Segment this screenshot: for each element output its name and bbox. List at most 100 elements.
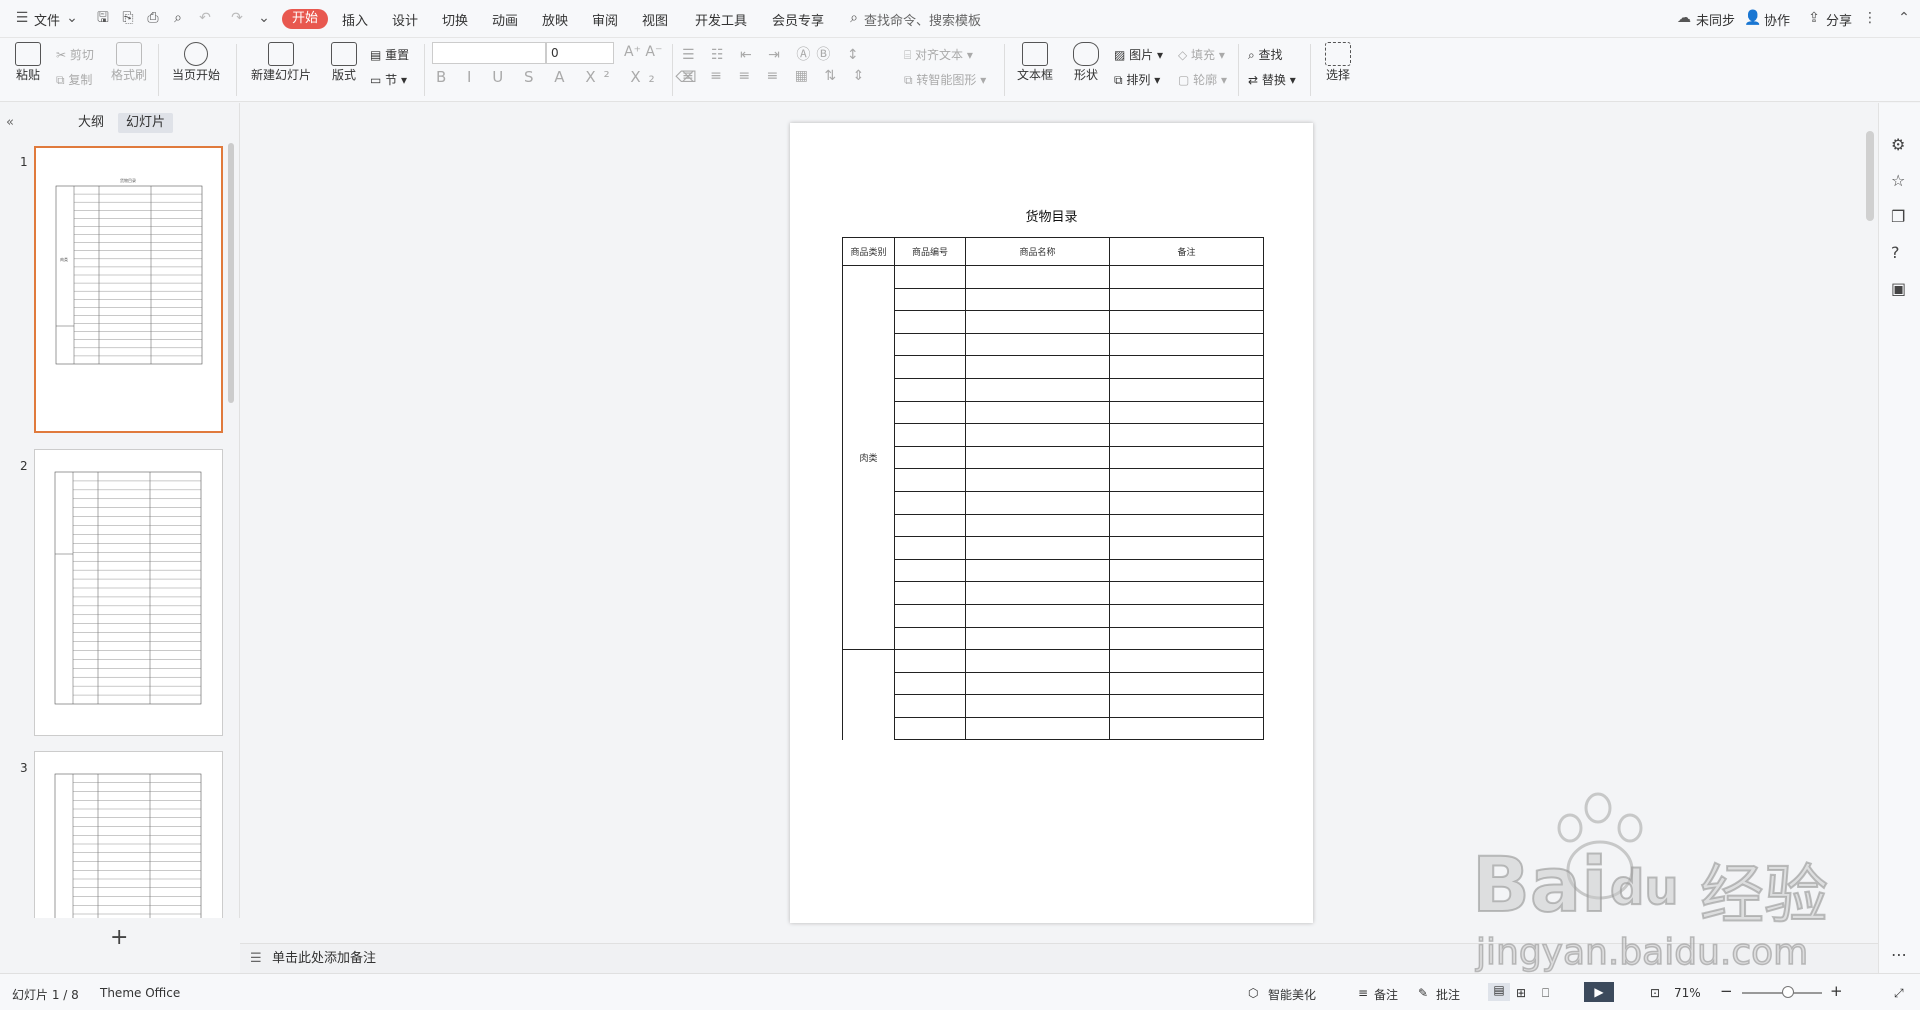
table-cell[interactable] [894, 513, 966, 538]
paste-button[interactable]: 粘贴 [10, 42, 46, 83]
table-cell[interactable] [1109, 423, 1264, 447]
tab-view[interactable]: 视图 [642, 10, 668, 29]
copy-button[interactable]: ⧉ 复制 [56, 71, 92, 88]
table-cell[interactable] [965, 626, 1110, 651]
command-search[interactable]: 查找命令、搜索模板 [864, 10, 981, 29]
customize-icon[interactable]: ⌄ [256, 10, 272, 26]
image-icon[interactable]: ▣ [1891, 279, 1906, 298]
table-cell[interactable] [1109, 377, 1264, 402]
tab-design[interactable]: 设计 [392, 10, 418, 29]
table-cell[interactable] [965, 423, 1110, 447]
table-cell[interactable] [1109, 536, 1264, 560]
table-cell[interactable] [965, 649, 1110, 673]
table-cell[interactable] [894, 558, 966, 583]
table-cell[interactable] [965, 581, 1110, 605]
table-cell[interactable] [1109, 400, 1264, 425]
table-cell[interactable] [894, 400, 966, 425]
table-cell[interactable] [1109, 558, 1264, 583]
table-cell[interactable] [1109, 310, 1264, 334]
smartart-button[interactable]: ⧉ 转智能图形 ▾ [904, 71, 986, 88]
collab-button[interactable]: 协作 [1764, 10, 1790, 29]
collapse-panel-icon[interactable]: « [6, 115, 14, 130]
table-cell[interactable] [1109, 468, 1264, 492]
table-cell[interactable] [965, 671, 1110, 696]
table-cell[interactable] [1109, 355, 1264, 379]
paragraph-toolbar[interactable]: ≡ ≡ ≡ ≡ ▦ ⇅ ⇕ [682, 68, 870, 84]
slide-title[interactable]: 货物目录 [790, 206, 1313, 225]
table-cell[interactable] [894, 445, 966, 470]
table-cell[interactable] [894, 716, 966, 741]
export-icon[interactable]: ⎘ [120, 10, 136, 26]
table-cell[interactable] [894, 468, 966, 492]
table-cell[interactable] [965, 603, 1110, 628]
redo-icon[interactable]: ↷ [229, 10, 245, 26]
table-cell[interactable] [1109, 513, 1264, 538]
table-cell[interactable] [894, 377, 966, 402]
tab-slides[interactable]: 幻灯片 [118, 113, 174, 133]
settings-sliders-icon[interactable]: ⚙ [1891, 135, 1905, 154]
text-style-toolbar[interactable]: B I U S A X² X₂ ⌫ [436, 68, 705, 86]
table-cell[interactable] [1109, 287, 1264, 312]
grow-font-icon[interactable]: A⁺ A⁻ [624, 44, 662, 60]
tab-outline[interactable]: 大纲 [70, 113, 112, 133]
table-cell[interactable] [894, 649, 966, 673]
table-cell[interactable] [894, 265, 966, 289]
slide-thumbnail-2[interactable] [34, 449, 223, 736]
outline-button[interactable]: ▢ 轮廓 ▾ [1178, 71, 1227, 88]
cut-button[interactable]: ✂ 剪切 [56, 46, 94, 63]
tab-transition[interactable]: 切换 [442, 10, 468, 29]
table-cell[interactable] [965, 400, 1110, 425]
fullscreen-icon[interactable]: ⤢ [1894, 986, 1904, 1001]
list-toolbar[interactable]: ☰ ☷ ⇤ ⇥ ⒶⒷ ↕ [682, 44, 865, 64]
table-cell[interactable] [965, 332, 1110, 357]
file-menu[interactable]: 文件 [34, 10, 60, 29]
table-cell[interactable] [1109, 716, 1264, 741]
table-header-cell[interactable]: 商品编号 [894, 237, 966, 266]
table-cell[interactable] [965, 558, 1110, 583]
table-cell[interactable] [965, 694, 1110, 718]
tab-home[interactable]: 开始 [282, 9, 329, 29]
play-from-current-button[interactable]: 当页开始 [166, 42, 226, 83]
table-cell[interactable] [965, 468, 1110, 492]
tab-member[interactable]: 会员专享 [772, 10, 824, 29]
undo-icon[interactable]: ↶ [197, 10, 213, 26]
table-cell[interactable] [894, 671, 966, 696]
table-header-cell[interactable]: 商品类别 [842, 237, 895, 266]
new-slide-button[interactable]: 新建幻灯片 [245, 42, 317, 83]
notes-placeholder[interactable]: 单击此处添加备注 [272, 944, 376, 974]
slide-canvas[interactable]: 货物目录 商品类别 商品编号 商品名称 备注 肉类 [790, 123, 1313, 923]
table-cell[interactable] [894, 626, 966, 651]
section-button[interactable]: ▭ 节 ▾ [370, 71, 407, 88]
category-cell[interactable] [842, 649, 895, 740]
table-cell[interactable] [894, 423, 966, 447]
table-cell[interactable] [965, 377, 1110, 402]
star-icon[interactable]: ☆ [1891, 171, 1905, 190]
table-cell[interactable] [965, 536, 1110, 560]
more-icon[interactable]: ⋯ [1891, 945, 1907, 964]
fill-button[interactable]: ◇ 填充 ▾ [1178, 46, 1225, 63]
sync-button[interactable]: 未同步 [1696, 10, 1735, 29]
reset-button[interactable]: ▤ 重置 [370, 46, 409, 63]
scrollbar-thumb[interactable] [1866, 131, 1874, 221]
table-cell[interactable] [965, 287, 1110, 312]
help-icon[interactable]: ? [1891, 243, 1900, 262]
tab-insert[interactable]: 插入 [342, 10, 368, 29]
table-cell[interactable] [965, 513, 1110, 538]
goods-table[interactable]: 商品类别 商品编号 商品名称 备注 肉类 [842, 237, 1264, 741]
table-cell[interactable] [1109, 490, 1264, 515]
shape-button[interactable]: 形状 [1066, 42, 1106, 83]
hamburger-icon[interactable]: ☰ [14, 10, 30, 26]
table-cell[interactable] [1109, 694, 1264, 718]
table-cell[interactable] [1109, 581, 1264, 605]
table-cell[interactable] [965, 490, 1110, 515]
panel-scrollbar[interactable] [228, 143, 234, 403]
table-cell[interactable] [894, 287, 966, 312]
table-cell[interactable] [1109, 445, 1264, 470]
table-cell[interactable] [965, 310, 1110, 334]
table-cell[interactable] [894, 694, 966, 718]
table-cell[interactable] [1109, 332, 1264, 357]
more-icon[interactable]: ⋮ [1862, 10, 1878, 26]
font-name-combo[interactable] [432, 42, 546, 64]
plus-icon[interactable]: + [110, 925, 128, 950]
table-cell[interactable] [965, 355, 1110, 379]
